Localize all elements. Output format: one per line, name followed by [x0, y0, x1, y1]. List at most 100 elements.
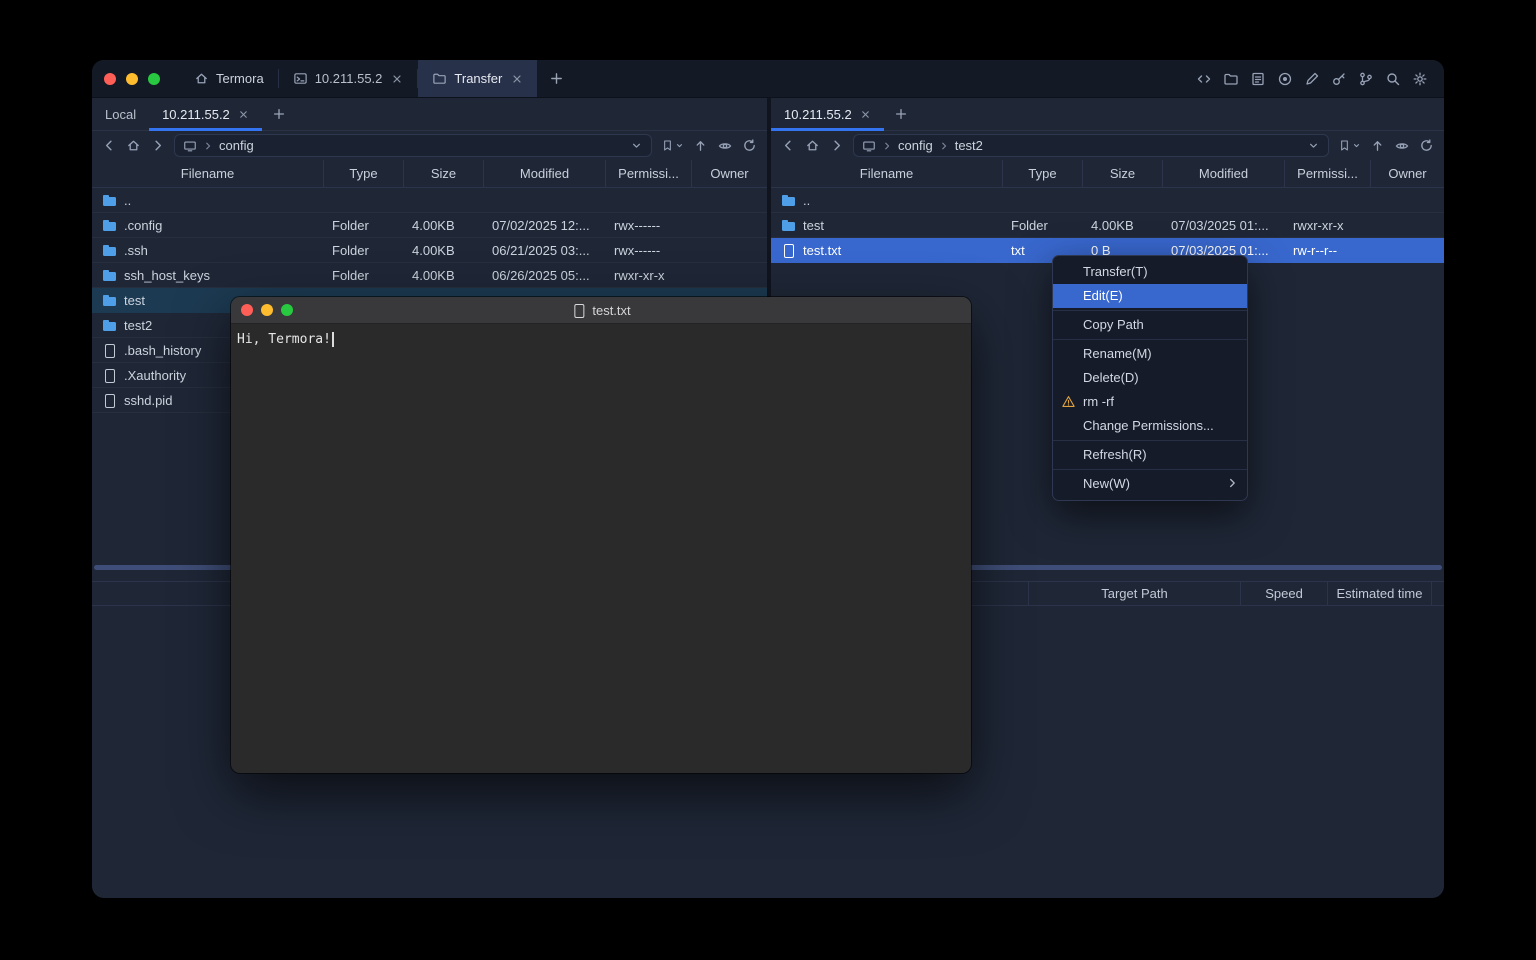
file-modified: 07/02/2025 12:... [483, 213, 605, 237]
right-path-bar[interactable]: config test2 [853, 134, 1329, 157]
left-path-bar[interactable]: config [174, 134, 652, 157]
back-button[interactable] [102, 138, 117, 153]
close-window-button[interactable] [104, 73, 116, 85]
tab-label: 10.211.55.2 [315, 71, 383, 86]
close-icon[interactable] [511, 73, 523, 85]
key-icon[interactable] [1331, 71, 1347, 87]
breadcrumb-separator [882, 141, 892, 151]
left-new-tab-button[interactable] [262, 98, 296, 130]
menu-item-delete[interactable]: Delete(D) [1053, 366, 1247, 390]
tab-label: Local [105, 107, 136, 122]
editor-close-button[interactable] [241, 304, 253, 316]
menu-item-refresh[interactable]: Refresh(R) [1053, 443, 1247, 467]
bookmark-button[interactable] [661, 139, 684, 152]
branch-icon[interactable] [1358, 71, 1374, 87]
column-header-speed[interactable]: Speed [1240, 582, 1327, 605]
left-tab-local[interactable]: Local [92, 98, 149, 130]
close-icon[interactable] [391, 73, 403, 85]
forward-button[interactable] [150, 138, 165, 153]
file-modified [1162, 188, 1284, 212]
file-row[interactable]: ssh_host_keys Folder 4.00KB 06/26/2025 0… [92, 263, 767, 288]
breadcrumb-segment[interactable]: config [898, 138, 933, 153]
zoom-window-button[interactable] [148, 73, 160, 85]
file-modified: 06/21/2025 03:... [483, 238, 605, 262]
parent-directory-button[interactable] [1370, 138, 1385, 153]
column-header-modified[interactable]: Modified [483, 160, 605, 187]
log-icon[interactable] [1250, 71, 1266, 87]
editor-minimize-button[interactable] [261, 304, 273, 316]
refresh-button[interactable] [742, 138, 757, 153]
column-header-owner[interactable]: Owner [691, 160, 767, 187]
menu-item-change-permissions[interactable]: Change Permissions... [1053, 414, 1247, 438]
right-new-tab-button[interactable] [884, 98, 918, 130]
column-header-filename[interactable]: Filename [92, 160, 323, 187]
tab-transfer[interactable]: Transfer [418, 60, 537, 97]
menu-item-edit[interactable]: Edit(E) [1053, 284, 1247, 308]
menu-item-label: rm -rf [1083, 394, 1114, 409]
new-tab-button[interactable] [537, 60, 576, 97]
close-icon[interactable] [238, 109, 249, 120]
home-icon [194, 71, 209, 86]
column-header-size[interactable]: Size [1082, 160, 1162, 187]
file-name: .Xauthority [124, 368, 186, 383]
column-header-owner[interactable]: Owner [1370, 160, 1444, 187]
breadcrumb-segment[interactable]: test2 [955, 138, 983, 153]
file-row[interactable]: .. [771, 188, 1444, 213]
home-button[interactable] [126, 138, 141, 153]
menu-divider [1053, 310, 1247, 311]
bookmark-icon [1338, 139, 1351, 152]
file-icon [102, 368, 117, 383]
column-header-permissions[interactable]: Permissi... [1284, 160, 1370, 187]
file-row[interactable]: .. [92, 188, 767, 213]
settings-icon[interactable] [1412, 71, 1428, 87]
editor-content[interactable]: Hi, Termora! [231, 324, 971, 355]
column-header-permissions[interactable]: Permissi... [605, 160, 691, 187]
menu-item-transfer[interactable]: Transfer(T) [1053, 260, 1247, 284]
file-row[interactable]: .ssh Folder 4.00KB 06/21/2025 03:... rwx… [92, 238, 767, 263]
right-tab-session[interactable]: 10.211.55.2 [771, 98, 884, 130]
folder-icon[interactable] [1223, 71, 1239, 87]
column-header-type[interactable]: Type [1002, 160, 1082, 187]
show-hidden-files-button[interactable] [1394, 138, 1410, 154]
column-header-filename[interactable]: Filename [771, 160, 1002, 187]
menu-item-copy-path[interactable]: Copy Path [1053, 313, 1247, 337]
right-navigation-bar: config test2 [771, 131, 1444, 160]
column-header-target-path[interactable]: Target Path [1028, 582, 1240, 605]
chevron-down-icon[interactable] [1307, 139, 1320, 152]
file-row[interactable]: test Folder 4.00KB 07/03/2025 01:... rwx… [771, 213, 1444, 238]
minimize-window-button[interactable] [126, 73, 138, 85]
search-icon[interactable] [1385, 71, 1401, 87]
home-button[interactable] [805, 138, 820, 153]
forward-button[interactable] [829, 138, 844, 153]
menu-item-new[interactable]: New(W) [1053, 472, 1247, 496]
file-type [1002, 188, 1082, 212]
file-name: .. [803, 193, 810, 208]
file-row[interactable]: .config Folder 4.00KB 07/02/2025 12:... … [92, 213, 767, 238]
bookmark-icon [661, 139, 674, 152]
file-owner [691, 188, 767, 212]
bookmark-button[interactable] [1338, 139, 1361, 152]
column-header-modified[interactable]: Modified [1162, 160, 1284, 187]
tab-session[interactable]: 10.211.55.2 [279, 60, 418, 97]
parent-directory-button[interactable] [693, 138, 708, 153]
back-button[interactable] [781, 138, 796, 153]
chevron-down-icon[interactable] [630, 139, 643, 152]
breadcrumb-segment[interactable]: config [219, 138, 254, 153]
edit-icon[interactable] [1304, 71, 1320, 87]
code-icon[interactable] [1196, 71, 1212, 87]
menu-item-rename[interactable]: Rename(M) [1053, 342, 1247, 366]
menu-item-rm-rf[interactable]: rm -rf [1053, 390, 1247, 414]
file-name: test [803, 218, 824, 233]
app-tab-termora[interactable]: Termora [180, 60, 278, 97]
editor-titlebar[interactable]: test.txt [231, 297, 971, 324]
record-icon[interactable] [1277, 71, 1293, 87]
column-header-estimated-time[interactable]: Estimated time [1327, 582, 1431, 605]
left-tab-session[interactable]: 10.211.55.2 [149, 98, 262, 130]
refresh-button[interactable] [1419, 138, 1434, 153]
column-header-type[interactable]: Type [323, 160, 403, 187]
editor-traffic-lights [231, 304, 293, 316]
editor-zoom-button[interactable] [281, 304, 293, 316]
column-header-size[interactable]: Size [403, 160, 483, 187]
show-hidden-files-button[interactable] [717, 138, 733, 154]
close-icon[interactable] [860, 109, 871, 120]
